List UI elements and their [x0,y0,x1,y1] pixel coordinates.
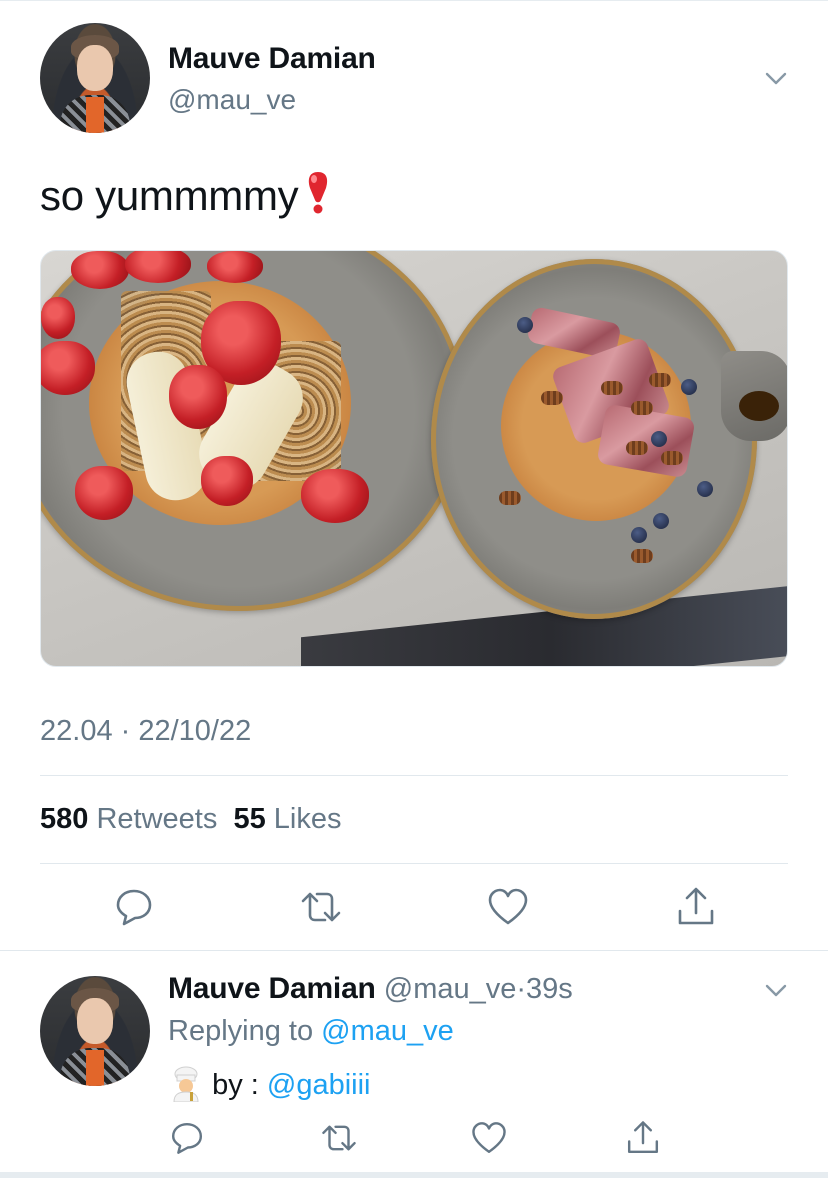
tweet-text-content: so yummmmy [40,172,299,219]
tweet-photo[interactable] [40,250,788,667]
reply-icon[interactable] [168,1119,206,1157]
replying-to-label: Replying to [168,1015,314,1047]
reply-author-handle[interactable]: @mau_ve [384,973,517,1005]
retweet-icon[interactable] [299,885,343,929]
tweet-timestamp[interactable]: 22.04 · 22/10/22 [40,715,251,748]
reply-dot: · [516,973,527,1005]
replying-to: Replying to @mau_ve [168,1015,454,1048]
exclamation-emoji-icon [309,172,328,214]
bottom-divider [0,1172,828,1178]
like-icon[interactable] [470,1119,508,1157]
reply-author-name[interactable]: Mauve Damian [168,972,376,1005]
reply-text-prefix: by : [212,1069,259,1101]
reply-icon[interactable] [112,885,156,929]
author-handle[interactable]: @mau_ve [168,84,296,116]
avatar[interactable] [40,23,150,133]
likes-count: 55 [233,803,266,835]
divider [40,863,788,864]
retweets-count: 580 [40,803,89,835]
author-name[interactable]: Mauve Damian [168,42,376,76]
section-divider [0,950,828,951]
divider [40,775,788,776]
reply-mention[interactable]: @gabiiii [267,1069,371,1101]
likes-label: Likes [273,803,342,835]
share-icon[interactable] [674,885,718,929]
like-icon[interactable] [486,885,530,929]
reply-avatar[interactable] [40,976,150,1086]
chevron-down-icon[interactable] [765,984,787,998]
chevron-down-icon[interactable] [765,72,787,86]
replying-to-handle[interactable]: @mau_ve [321,1015,454,1047]
retweets-label: Retweets [96,803,218,835]
likes-stat[interactable]: 55 Likes [233,803,341,835]
reply-time[interactable]: 39s [526,973,573,1005]
retweets-stat[interactable]: 580 Retweets [40,803,217,835]
share-icon[interactable] [624,1119,662,1157]
tweet-text: so yummmmy [40,170,332,220]
reply-header: Mauve Damian @mau_ve·39s [168,972,573,1006]
reply-text: by : @gabiiii [168,1066,370,1102]
top-divider [0,0,828,1]
tweet-stats: 580 Retweets 55 Likes [40,803,342,836]
retweet-icon[interactable] [320,1119,358,1157]
chef-emoji-icon [173,1066,199,1102]
